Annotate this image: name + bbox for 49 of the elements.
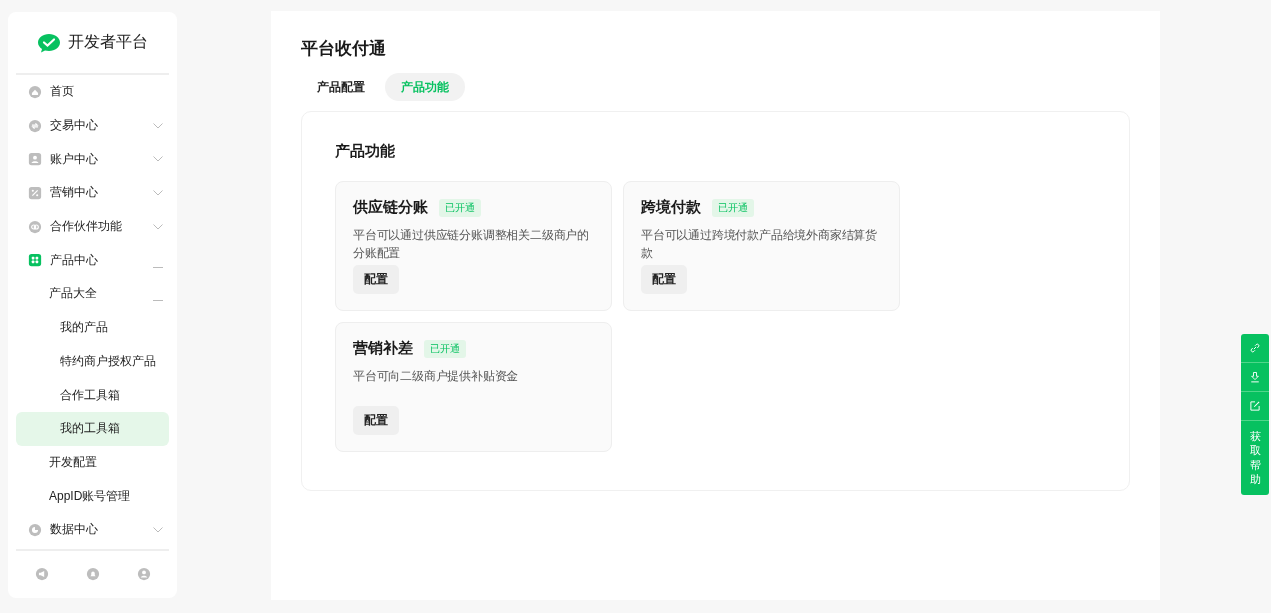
- status-tag: 已开通: [439, 198, 481, 217]
- nav-item[interactable]: 特约商户授权产品: [16, 344, 169, 379]
- nav-item[interactable]: 营销中心: [16, 176, 169, 210]
- page-title: 平台收付通: [301, 38, 387, 59]
- chevron-down-icon: [153, 189, 163, 196]
- nav-item[interactable]: 交易中心: [16, 108, 169, 143]
- configure-button[interactable]: 配置: [641, 265, 687, 294]
- download-icon: [1249, 371, 1261, 383]
- pie-chart-icon: [28, 522, 42, 537]
- product-name: 供应链分账: [353, 198, 428, 217]
- product-name: 营销补差: [353, 339, 413, 358]
- nav-item[interactable]: 首页: [16, 75, 169, 109]
- link-circle-icon: [28, 219, 42, 234]
- percent-icon: [28, 185, 42, 200]
- person-icon: [28, 152, 42, 167]
- edit-icon: [1249, 400, 1261, 412]
- chevron-down-icon: [153, 122, 163, 129]
- exchange-icon: [28, 118, 42, 133]
- nav-item[interactable]: 数据中心: [16, 512, 169, 547]
- status-tag: 已开通: [424, 339, 466, 358]
- chevron-down-icon: [153, 223, 163, 230]
- link-icon: [1249, 342, 1261, 354]
- grid-icon: [28, 253, 42, 268]
- configure-button[interactable]: 配置: [353, 265, 399, 294]
- nav-item[interactable]: 合作工具箱: [16, 378, 169, 412]
- nav-item[interactable]: 合作伙伴功能: [16, 209, 169, 244]
- product-description: 平台可以通过供应链分账调整相关二级商户的分账配置: [353, 228, 590, 261]
- nav-item[interactable]: AppID账号管理: [16, 479, 169, 513]
- nav-item[interactable]: 产品大全: [16, 277, 169, 311]
- nav-item[interactable]: 账户中心: [16, 142, 169, 177]
- product-name: 跨境付款: [641, 198, 701, 217]
- logo-icon: [37, 32, 61, 53]
- configure-button[interactable]: 配置: [353, 406, 399, 435]
- nav-item[interactable]: 产品中心: [16, 243, 169, 278]
- platform-name: 开发者平台: [68, 32, 148, 52]
- bell-icon[interactable]: [85, 567, 100, 581]
- product-description: 平台可以通过跨境付款产品给境外商家结算货款: [641, 228, 878, 261]
- nav-item[interactable]: 我的工具箱: [16, 411, 169, 446]
- nav-item[interactable]: 开发配置: [16, 445, 169, 480]
- status-tag: 已开通: [712, 198, 754, 217]
- tab[interactable]: 产品配置: [301, 73, 381, 101]
- megaphone-icon[interactable]: [34, 567, 49, 581]
- user-icon[interactable]: [136, 567, 151, 581]
- chevron-down-icon: [153, 526, 163, 533]
- nav-item[interactable]: 我的产品: [16, 310, 169, 345]
- product-description: 平台可向二级商户提供补贴资金: [353, 369, 520, 384]
- chevron-down-icon: [153, 156, 163, 163]
- section-title: 产品功能: [335, 142, 396, 161]
- home-icon: [28, 84, 42, 99]
